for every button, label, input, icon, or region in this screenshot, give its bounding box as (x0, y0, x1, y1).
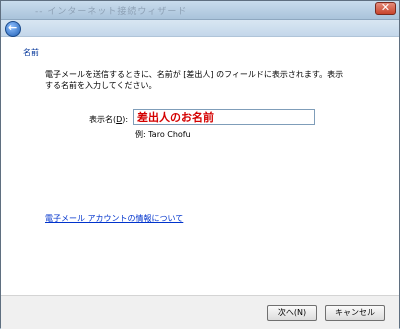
next-button[interactable]: 次へ(N) (267, 305, 317, 321)
window-title: -- インターネット接続ウィザード (35, 7, 188, 17)
back-button[interactable]: ← (5, 21, 21, 37)
example-text: 例: Taro Chofu (135, 130, 191, 139)
display-name-label-prefix: 表示名( (89, 115, 117, 124)
display-name-input[interactable] (133, 109, 315, 125)
close-button[interactable]: ✕ (375, 1, 396, 15)
display-name-label-suffix: ): (122, 115, 129, 124)
close-icon: ✕ (380, 1, 391, 14)
description-text: 電子メールを送信するときに、名前が [差出人] のフィールドに表示されます。表示… (45, 70, 344, 90)
page-title: 名前 (23, 48, 39, 57)
wizard-window: -- インターネット接続ウィザード ✕ ← 名前 電子メールを送信するときに、名… (0, 0, 400, 329)
title-bar: -- インターネット接続ウィザード ✕ (1, 1, 399, 20)
email-account-info-link[interactable]: 電子メール アカウントの情報について (45, 213, 183, 224)
navigation-bar: ← (1, 20, 399, 37)
display-name-label: 表示名(D): (89, 114, 128, 125)
cancel-button[interactable]: キャンセル (325, 305, 385, 321)
footer-bar: 次へ(N) キャンセル (1, 295, 399, 329)
back-arrow-icon: ← (8, 21, 18, 34)
